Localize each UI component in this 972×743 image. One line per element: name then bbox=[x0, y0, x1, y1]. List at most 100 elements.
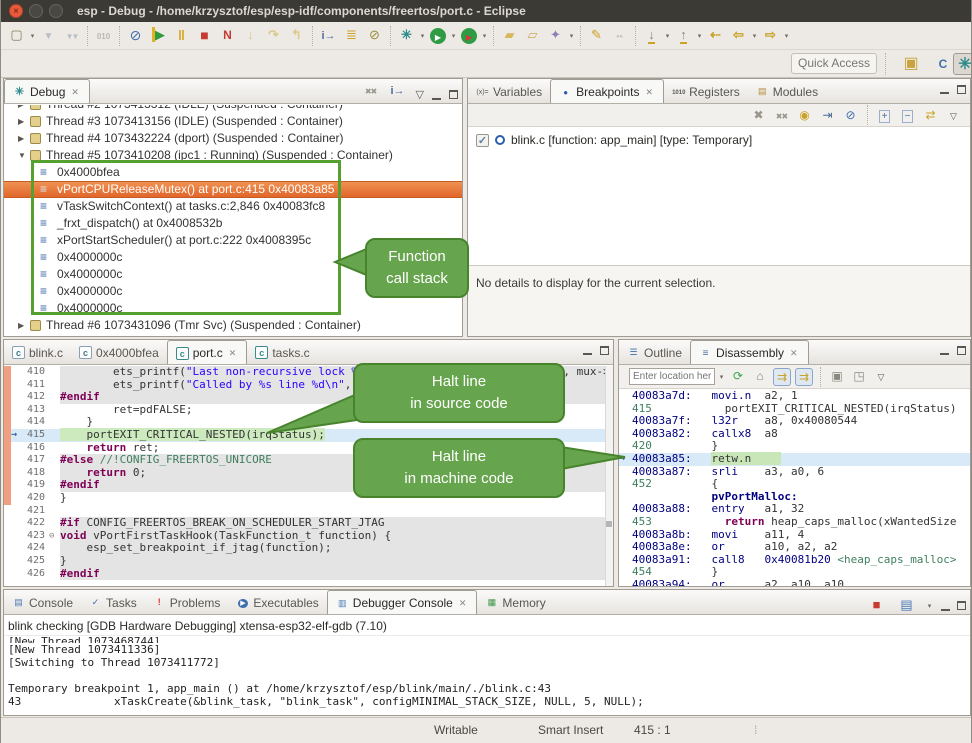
debug-launch-icon[interactable] bbox=[396, 25, 417, 46]
remove-terminated-icon[interactable] bbox=[363, 84, 379, 105]
step-into-icon[interactable] bbox=[240, 25, 261, 46]
stack-frame-row[interactable]: ≡vTaskSwitchContext() at tasks.c:2,846 0… bbox=[4, 198, 462, 215]
external-tools-dropdown-icon[interactable]: ▾ bbox=[480, 32, 489, 40]
c-perspective-icon[interactable] bbox=[931, 53, 955, 75]
stack-frame-row[interactable]: ≡0x4000000c bbox=[4, 266, 462, 283]
tab-disassembly[interactable]: Disassembly✕ bbox=[690, 340, 809, 364]
tab-port-c[interactable]: cport.c✕ bbox=[167, 340, 248, 364]
tab-problems[interactable]: Problems bbox=[145, 590, 229, 614]
view-menu-icon[interactable] bbox=[944, 106, 963, 125]
maximize-view-icon[interactable] bbox=[600, 346, 609, 355]
use-step-filters-icon[interactable] bbox=[364, 25, 385, 46]
thread-row[interactable]: ▶Thread #2 1073413312 (IDLE) (Suspended … bbox=[4, 105, 462, 113]
new-project-icon[interactable] bbox=[499, 25, 520, 46]
step-over-icon[interactable] bbox=[263, 25, 284, 46]
open-element-icon[interactable] bbox=[522, 25, 543, 46]
close-tab-icon[interactable]: ✕ bbox=[227, 347, 239, 360]
tab-executables[interactable]: Executables bbox=[228, 590, 326, 614]
run-dropdown-icon[interactable]: ▾ bbox=[449, 32, 458, 40]
resume-icon[interactable] bbox=[148, 25, 169, 46]
maximize-view-icon[interactable] bbox=[957, 85, 966, 94]
step-return-icon[interactable] bbox=[286, 25, 307, 46]
console-output[interactable]: [New Thread 1073468744][New Thread 10734… bbox=[4, 635, 970, 708]
wizard-dropdown-icon[interactable]: ▾ bbox=[567, 32, 576, 40]
close-tab-icon[interactable]: ✕ bbox=[788, 347, 800, 360]
next-annotation-dropdown-icon[interactable]: ▾ bbox=[663, 32, 672, 40]
code-line[interactable]: 420} bbox=[4, 492, 613, 505]
stack-frame-row[interactable]: ≡0x4000bfea bbox=[4, 164, 462, 181]
new-wizard-icon[interactable] bbox=[545, 25, 566, 46]
expander-icon[interactable]: ▶ bbox=[18, 105, 30, 113]
quick-access-button[interactable]: Quick Access bbox=[791, 53, 877, 74]
suspend-icon[interactable] bbox=[171, 25, 192, 46]
previous-annotation-icon[interactable] bbox=[673, 25, 694, 46]
binary-console-icon[interactable] bbox=[93, 25, 114, 46]
next-annotation-icon[interactable] bbox=[641, 25, 662, 46]
thread-row[interactable]: ▶Thread #3 1073413156 (IDLE) (Suspended … bbox=[4, 113, 462, 130]
expander-icon[interactable]: ▶ bbox=[18, 113, 30, 130]
save-icon[interactable] bbox=[38, 25, 59, 46]
show-breakpoints-supported-icon[interactable] bbox=[795, 106, 814, 125]
expander-icon[interactable]: ▼ bbox=[18, 147, 30, 164]
code-line[interactable]: 413 ret=pdFALSE; bbox=[4, 404, 613, 417]
expander-icon[interactable]: ▶ bbox=[18, 130, 30, 147]
tab-debugger-console[interactable]: Debugger Console✕ bbox=[327, 590, 478, 614]
tab-outline[interactable]: Outline bbox=[619, 340, 690, 364]
minimize-view-icon[interactable] bbox=[583, 353, 592, 355]
stack-frame-row[interactable]: ≡xPortStartScheduler() at port.c:222 0x4… bbox=[4, 232, 462, 249]
expand-all-icon[interactable] bbox=[875, 106, 894, 125]
code-line[interactable]: 40083a94: or a2, a10, a10 bbox=[619, 579, 970, 586]
console-dropdown-icon[interactable]: ▾ bbox=[925, 602, 934, 610]
home-icon[interactable] bbox=[751, 368, 769, 386]
tab-memory[interactable]: Memory bbox=[477, 590, 553, 614]
new-dropdown-icon[interactable]: ▾ bbox=[28, 32, 37, 40]
breakpoint-checkbox[interactable]: ✓ bbox=[476, 134, 489, 147]
tab-debug[interactable]: Debug ✕ bbox=[4, 79, 90, 103]
minimize-icon[interactable] bbox=[29, 4, 43, 18]
sync-context-icon[interactable] bbox=[795, 368, 813, 386]
view-menu-icon[interactable]: ▽ bbox=[416, 88, 424, 102]
thread-row[interactable]: ▶Thread #4 1073432224 (dport) (Suspended… bbox=[4, 130, 462, 147]
show-debug-toolbar-icon[interactable] bbox=[341, 25, 362, 46]
minimize-view-icon[interactable] bbox=[941, 609, 950, 611]
tab-variables[interactable]: Variables bbox=[468, 79, 550, 103]
search-icon[interactable] bbox=[586, 25, 607, 46]
collapse-all-icon[interactable] bbox=[898, 106, 917, 125]
stack-frame-row[interactable]: ≡0x4000000c bbox=[4, 300, 462, 317]
overview-ruler[interactable] bbox=[605, 366, 613, 586]
debug-dropdown-icon[interactable]: ▾ bbox=[418, 32, 427, 40]
location-dropdown-icon[interactable]: ▾ bbox=[717, 373, 726, 381]
breakpoint-item[interactable]: ✓ blink.c [function: app_main] [type: Te… bbox=[468, 127, 970, 147]
tab-0x4000bfea[interactable]: c0x4000bfea bbox=[71, 340, 167, 364]
close-icon[interactable]: × bbox=[9, 4, 23, 18]
location-input[interactable] bbox=[629, 368, 715, 385]
new-icon[interactable] bbox=[6, 25, 27, 46]
tab-blink-c[interactable]: cblink.c bbox=[4, 340, 71, 364]
maximize-icon[interactable] bbox=[49, 4, 63, 18]
maximize-view-icon[interactable] bbox=[957, 601, 966, 610]
terminate-icon[interactable] bbox=[866, 595, 887, 616]
export-icon[interactable] bbox=[850, 368, 868, 386]
stack-frame-row[interactable]: ≡0x4000000c bbox=[4, 283, 462, 300]
tab-console[interactable]: Console bbox=[4, 590, 81, 614]
tab-tasks-c[interactable]: ctasks.c bbox=[247, 340, 317, 364]
expander-icon[interactable]: ▶ bbox=[18, 317, 30, 334]
tab-modules[interactable]: Modules bbox=[748, 79, 826, 103]
external-tools-icon[interactable] bbox=[461, 28, 477, 44]
remove-all-breakpoints-icon[interactable] bbox=[772, 106, 791, 125]
close-tab-icon[interactable]: ✕ bbox=[644, 86, 656, 99]
run-launch-icon[interactable] bbox=[430, 28, 446, 44]
thread-row[interactable]: ▼Thread #5 1073410208 (ipc1 : Running) (… bbox=[4, 147, 462, 164]
stack-frame-row[interactable]: ≡_frxt_dispatch() at 0x4008532b bbox=[4, 215, 462, 232]
forward-icon[interactable] bbox=[760, 25, 781, 46]
refresh-icon[interactable] bbox=[729, 368, 747, 386]
last-edit-location-icon[interactable] bbox=[705, 25, 726, 46]
maximize-view-icon[interactable] bbox=[449, 90, 458, 99]
close-tab-icon[interactable]: ✕ bbox=[457, 597, 469, 610]
track-expression-icon[interactable] bbox=[773, 368, 791, 386]
tab-breakpoints[interactable]: Breakpoints✕ bbox=[550, 79, 664, 103]
thread-row[interactable]: ▶Thread #6 1073431096 (Tmr Svc) (Suspend… bbox=[4, 317, 462, 334]
maximize-view-icon[interactable] bbox=[957, 346, 966, 355]
copy-icon[interactable] bbox=[828, 368, 846, 386]
open-type-icon[interactable] bbox=[609, 25, 630, 46]
